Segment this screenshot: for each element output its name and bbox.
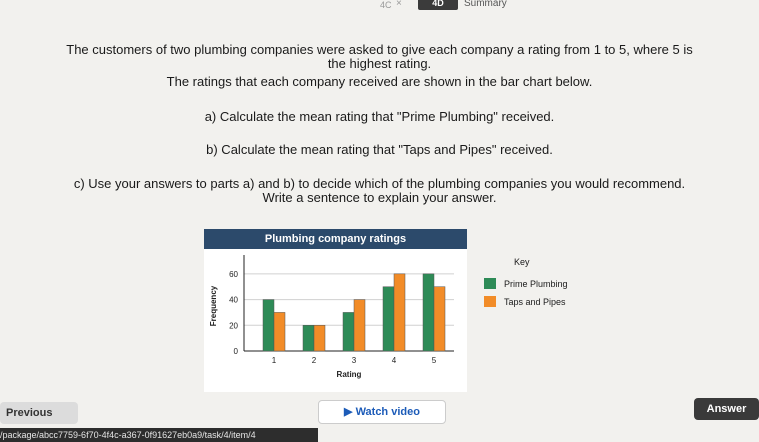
question-intro-3: The ratings that each company received a… [166, 74, 593, 89]
watch-video-label: Watch video [355, 406, 420, 418]
prime-plumbing-swatch [484, 278, 496, 289]
bar-taps-and-pipes [273, 312, 286, 352]
key-label-prime-plumbing: Prime Plumbing [504, 278, 568, 289]
bar-prime-plumbing [422, 273, 435, 352]
x-tick-label: 5 [432, 356, 437, 365]
watch-video-button[interactable]: ▶ Watch video [318, 400, 446, 424]
x-tick-label: 2 [312, 356, 317, 365]
y-tick-label: 60 [229, 270, 238, 279]
bar-taps-and-pipes [313, 325, 326, 352]
previous-button[interactable]: Previous [0, 402, 78, 424]
chart-title: Plumbing company ratings [204, 229, 467, 249]
question-part-a: a) Calculate the mean rating that "Prime… [204, 109, 555, 124]
key-item-taps-and-pipes: Taps and Pipes [484, 296, 566, 307]
bar-prime-plumbing [302, 325, 315, 352]
question-intro-1: The customers of two plumbing companies … [66, 42, 693, 57]
bar-chart: 0 20 40 60 1 2 3 4 5 Rating Frequency [209, 255, 454, 379]
key-label-taps-and-pipes: Taps and Pipes [504, 296, 566, 307]
bar-taps-and-pipes [353, 299, 366, 352]
url-bar: /package/abcc7759-6f70-4f4c-a367-0f91627… [0, 428, 318, 442]
y-tick-label: 40 [229, 296, 238, 305]
video-icon: ▶ [344, 406, 353, 418]
x-tick-label: 4 [392, 356, 397, 365]
close-icon[interactable]: × [396, 0, 402, 9]
bar-prime-plumbing [342, 312, 355, 352]
x-axis-label: Rating [337, 370, 362, 379]
prev-item-code[interactable]: 4C [380, 0, 392, 10]
bar-prime-plumbing [262, 299, 275, 352]
question-part-b: b) Calculate the mean rating that "Taps … [206, 142, 553, 157]
bar-chart-panel: Plumbing company ratings 0 20 40 60 1 2 3 4 5 Rat… [204, 229, 467, 392]
bar-prime-plumbing [382, 286, 395, 352]
y-axis-label: Frequency [209, 285, 218, 326]
y-tick-label: 20 [229, 321, 238, 330]
y-tick-label: 0 [234, 347, 239, 356]
top-bar: 4C × 4D Summary [0, 0, 759, 14]
question-intro-2: the highest rating. [327, 56, 432, 71]
answer-button[interactable]: Answer [694, 398, 759, 420]
key-item-prime-plumbing: Prime Plumbing [484, 278, 568, 289]
question-part-c: c) Use your answers to parts a) and b) t… [73, 176, 686, 191]
key-title: Key [514, 257, 530, 267]
bar-taps-and-pipes [393, 273, 406, 352]
summary-link[interactable]: Summary [464, 0, 507, 9]
taps-and-pipes-swatch [484, 296, 496, 307]
x-tick-label: 3 [352, 356, 357, 365]
current-item-tab[interactable]: 4D [418, 0, 458, 10]
x-tick-label: 1 [272, 356, 277, 365]
bar-taps-and-pipes [433, 286, 446, 352]
question-part-c-2: Write a sentence to explain your answer. [262, 190, 497, 205]
